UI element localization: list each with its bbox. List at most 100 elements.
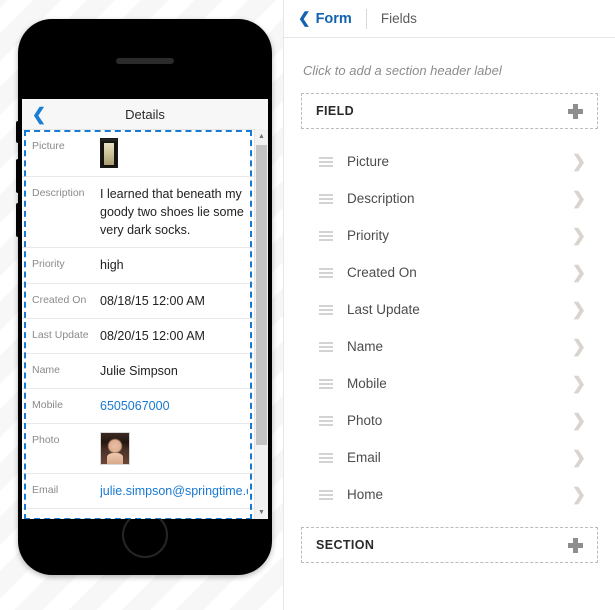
field-list-item-email[interactable]: Email ❯ (301, 439, 598, 476)
phone-volume-up-button (16, 159, 19, 193)
drag-handle-icon[interactable] (319, 341, 333, 352)
phone-volume-down-button (16, 203, 19, 237)
triangle-down-icon[interactable]: ▼ (255, 505, 268, 519)
preview-row-value (100, 432, 248, 465)
chevron-right-icon[interactable]: ❯ (572, 264, 592, 281)
preview-form-body: Picture Description I learned that benea… (22, 130, 268, 519)
phone-mute-switch (16, 121, 19, 143)
preview-row-label: Last Update (32, 328, 89, 341)
chevron-right-icon[interactable]: ❯ (572, 375, 592, 392)
plus-icon[interactable] (568, 103, 583, 119)
breadcrumb-current-label: Fields (380, 11, 417, 26)
preview-row-label: Picture (32, 140, 65, 152)
breadcrumb-divider (365, 8, 367, 29)
preview-form-scroll-area: Picture Description I learned that benea… (22, 130, 254, 519)
field-list-item-picture[interactable]: Picture ❯ (301, 143, 598, 180)
field-list-item-home[interactable]: Home ❯ (301, 476, 598, 513)
chevron-right-icon[interactable]: ❯ (572, 412, 592, 429)
preview-row-description[interactable]: Description I learned that beneath my go… (22, 177, 254, 249)
preview-row-value: Julie Simpson (100, 363, 178, 378)
drag-handle-icon[interactable] (319, 415, 333, 426)
drag-handle-icon[interactable] (319, 267, 333, 278)
field-item-label: Photo (347, 413, 383, 428)
preview-row-label: Name (32, 363, 61, 376)
preview-row-label: Created On (32, 293, 87, 306)
triangle-up-icon[interactable]: ▲ (255, 129, 268, 143)
preview-row-value: 08/18/15 12:00 AM (100, 293, 205, 308)
drag-handle-icon[interactable] (319, 156, 333, 167)
breadcrumb-back-label: Form (315, 10, 352, 27)
preview-row-value[interactable]: julie.simpson@springtime.co (100, 482, 248, 500)
preview-row-value: high (100, 258, 124, 273)
drag-handle-icon[interactable] (319, 489, 333, 500)
preview-row-mobile[interactable]: Mobile 6505067000 (22, 389, 254, 424)
preview-screen-header: ❮ Details (22, 99, 268, 130)
breadcrumb-back-form[interactable]: ❮ Form (298, 11, 352, 27)
preview-row-photo[interactable]: Photo (22, 424, 254, 474)
field-item-label: Picture (347, 154, 390, 169)
preview-row-picture[interactable]: Picture (22, 130, 254, 177)
field-item-label: Created On (347, 265, 417, 280)
chevron-right-icon[interactable]: ❯ (572, 153, 592, 170)
preview-row-value: I learned that beneath my goody two shoe… (100, 187, 244, 238)
plus-icon[interactable] (568, 537, 583, 553)
section-header-label-placeholder[interactable]: Click to add a section header label (301, 38, 598, 93)
preview-row-last-update[interactable]: Last Update 08/20/15 12:00 AM (22, 319, 254, 354)
drag-handle-icon[interactable] (319, 378, 333, 389)
chevron-left-icon[interactable]: ❮ (22, 106, 56, 123)
preview-row-value[interactable]: 6505067000 (100, 397, 248, 415)
field-item-label: Email (347, 450, 381, 465)
field-item-label: Last Update (347, 302, 420, 317)
add-field-header-box[interactable]: FIELD (301, 93, 598, 129)
chevron-right-icon[interactable]: ❯ (572, 338, 592, 355)
preview-row-value: 08/20/15 12:00 AM (100, 328, 205, 343)
field-list: Picture ❯ Description ❯ Priority ❯ Creat… (301, 129, 598, 519)
preview-row-value (100, 138, 248, 168)
preview-vertical-scrollbar[interactable]: ▲ ▼ (254, 129, 268, 519)
preview-row-created-on[interactable]: Created On 08/18/15 12:00 AM (22, 284, 254, 319)
field-list-item-last-update[interactable]: Last Update ❯ (301, 291, 598, 328)
device-preview-pane: ❮ Details Picture Description I learned … (0, 0, 283, 610)
field-list-item-mobile[interactable]: Mobile ❯ (301, 365, 598, 402)
chevron-right-icon[interactable]: ❯ (572, 190, 592, 207)
preview-row-priority[interactable]: Priority high (22, 248, 254, 284)
field-list-item-name[interactable]: Name ❯ (301, 328, 598, 365)
add-section-box[interactable]: SECTION (301, 527, 598, 563)
field-item-label: Mobile (347, 376, 387, 391)
field-editor-body: Click to add a section header label FIEL… (284, 38, 615, 563)
preview-row-label: Mobile (32, 398, 63, 411)
drag-handle-icon[interactable] (319, 193, 333, 204)
field-item-label: Name (347, 339, 384, 354)
chevron-right-icon[interactable]: ❯ (572, 301, 592, 318)
field-editor-pane: ❮ Form Fields Click to add a section hea… (283, 0, 615, 610)
field-header-label: FIELD (316, 104, 355, 118)
chevron-left-icon: ❮ (298, 10, 311, 27)
phone-speaker-icon (116, 58, 174, 64)
preview-row-email[interactable]: Email julie.simpson@springtime.co (22, 474, 254, 510)
chevron-right-icon[interactable]: ❯ (572, 227, 592, 244)
section-footer-label: SECTION (316, 538, 375, 552)
field-list-item-created-on[interactable]: Created On ❯ (301, 254, 598, 291)
picture-thumbnail-icon (100, 138, 118, 168)
preview-row-label: Email (32, 484, 59, 496)
form-field-editor-app: ❮ Details Picture Description I learned … (0, 0, 615, 610)
field-item-label: Description (347, 191, 415, 206)
scrollbar-thumb[interactable] (256, 145, 267, 445)
phone-mockup: ❮ Details Picture Description I learned … (16, 19, 272, 575)
drag-handle-icon[interactable] (319, 304, 333, 315)
field-list-item-priority[interactable]: Priority ❯ (301, 217, 598, 254)
preview-screen-title: Details (125, 106, 165, 122)
chevron-right-icon[interactable]: ❯ (572, 486, 592, 503)
preview-row-name[interactable]: Name Julie Simpson (22, 354, 254, 389)
chevron-right-icon[interactable]: ❯ (572, 449, 592, 466)
field-list-item-description[interactable]: Description ❯ (301, 180, 598, 217)
field-list-item-photo[interactable]: Photo ❯ (301, 402, 598, 439)
drag-handle-icon[interactable] (319, 230, 333, 241)
phone-screen: ❮ Details Picture Description I learned … (22, 99, 268, 519)
preview-row-label: Photo (32, 434, 60, 446)
preview-row-label: Description (32, 187, 85, 199)
breadcrumb: ❮ Form Fields (284, 0, 615, 38)
field-item-label: Priority (347, 228, 390, 243)
drag-handle-icon[interactable] (319, 452, 333, 463)
add-section-wrap: SECTION (301, 519, 598, 563)
